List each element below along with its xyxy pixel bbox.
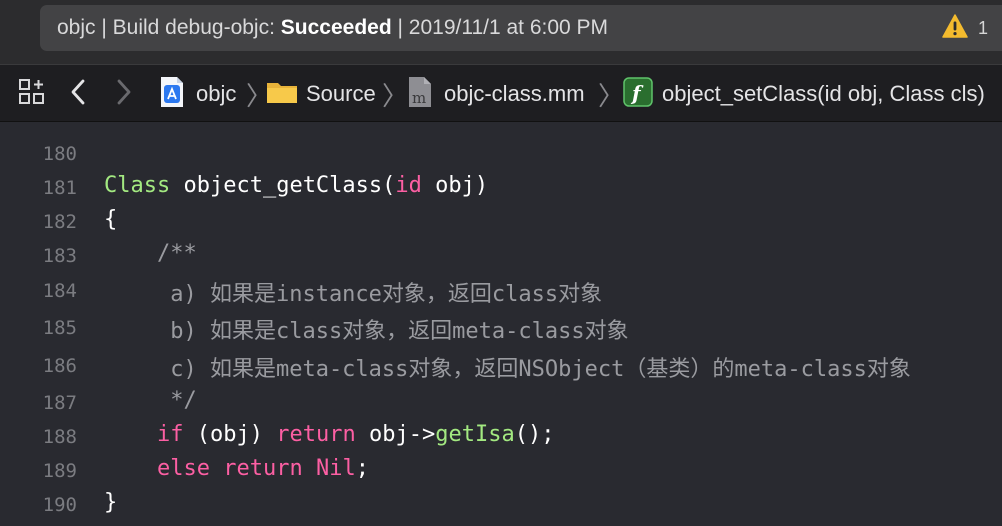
- code-text: {: [104, 207, 118, 232]
- line-number: 188: [42, 426, 77, 448]
- line-number: 187: [42, 392, 77, 414]
- activity-view[interactable]: objc | Build debug-objc: Succeeded | 201…: [40, 5, 1002, 51]
- keyword-token: id: [395, 173, 422, 198]
- code-line[interactable]: 185 b) 如果是class对象，返回meta-class对象: [0, 310, 1002, 344]
- app-project-icon: [158, 76, 186, 113]
- code-line[interactable]: 184 a) 如果是instance对象，返回class对象: [0, 273, 1002, 307]
- build-status-text: objc | Build debug-objc: Succeeded | 201…: [57, 5, 608, 51]
- line-number: 180: [42, 143, 77, 165]
- breadcrumb-symbol[interactable]: f object_setClass(id obj, Class cls): [623, 65, 985, 121]
- function-icon: f: [623, 76, 653, 112]
- line-number: 181: [42, 177, 77, 199]
- code-line[interactable]: 182 {: [0, 204, 1002, 238]
- breadcrumb-label: objc-class.mm: [444, 81, 585, 106]
- line-number: 184: [42, 280, 77, 302]
- folder-icon: [266, 79, 298, 110]
- jump-bar: objc 〉 Source 〉 m objc-class.mm 〉 f obje…: [0, 64, 1002, 122]
- code-line[interactable]: 189 else return Nil;: [0, 453, 1002, 487]
- comment-text: a) 如果是instance对象，返回class对象: [104, 282, 603, 307]
- breadcrumb-project[interactable]: objc: [158, 65, 237, 121]
- comment-text: b) 如果是class对象，返回meta-class对象: [104, 319, 629, 344]
- separator-icon: 〉: [598, 80, 625, 111]
- build-status-prefix: objc | Build debug-objc:: [57, 16, 281, 39]
- forward-button[interactable]: [114, 65, 134, 121]
- identifier-token: Class: [104, 173, 171, 198]
- code-line[interactable]: 180: [0, 136, 1002, 170]
- code-line[interactable]: 186 c) 如果是meta-class对象，返回NSObject（基类）的me…: [0, 348, 1002, 382]
- comment-text: c) 如果是meta-class对象，返回NSObject（基类）的meta-c…: [104, 357, 911, 382]
- code-text: else return Nil;: [156, 456, 369, 481]
- keyword-token: Nil: [315, 456, 356, 481]
- breadcrumb-separator: 〉: [598, 65, 625, 121]
- code-line[interactable]: 181 Class object_getClass(id obj): [0, 170, 1002, 204]
- line-number: 190: [42, 494, 77, 516]
- code-line[interactable]: 183 /**: [0, 238, 1002, 272]
- warning-icon: [942, 13, 968, 43]
- code-line[interactable]: 187 */: [0, 385, 1002, 419]
- code-text: if (obj) return obj->getIsa();: [156, 422, 555, 447]
- svg-text:m: m: [412, 89, 426, 107]
- breadcrumb-folder[interactable]: Source: [266, 65, 376, 121]
- line-number: 189: [42, 460, 77, 482]
- line-number: 179: [0, 122, 77, 124]
- keyword-token: else: [156, 456, 210, 481]
- breadcrumb-separator: 〉: [382, 65, 409, 121]
- toolbar: objc | Build debug-objc: Succeeded | 201…: [0, 0, 1002, 64]
- source-editor[interactable]: 179 180 181 Class object_getClass(id obj…: [0, 122, 1002, 526]
- build-status-result: Succeeded: [280, 16, 392, 39]
- comment-text: /**: [104, 241, 197, 266]
- back-button[interactable]: [68, 65, 88, 121]
- build-status-time: | 2019/11/1 at 6:00 PM: [391, 16, 609, 39]
- line-number: 183: [42, 245, 77, 267]
- breadcrumb-label: objc: [196, 81, 237, 106]
- code-line[interactable]: 188 if (obj) return obj->getIsa();: [0, 419, 1002, 453]
- breadcrumb-label: Source: [306, 81, 376, 106]
- chevron-left-icon: [68, 78, 88, 111]
- comment-text: */: [104, 388, 197, 413]
- related-items-button[interactable]: [18, 65, 46, 121]
- warning-indicator[interactable]: 1: [942, 5, 988, 51]
- line-number: 182: [42, 211, 77, 233]
- warning-count: 1: [977, 17, 988, 38]
- code-line[interactable]: 190 }: [0, 487, 1002, 521]
- mm-file-icon: m: [408, 76, 432, 113]
- keyword-token: return: [223, 456, 303, 481]
- keyword-token: return: [276, 422, 356, 447]
- line-number: 186: [42, 355, 77, 377]
- code-text: Class object_getClass(id obj): [104, 173, 489, 198]
- keyword-token: if: [156, 422, 184, 447]
- breadcrumb-file[interactable]: m objc-class.mm: [408, 65, 585, 121]
- related-items-grid-icon: [18, 78, 46, 111]
- separator-icon: 〉: [382, 80, 409, 111]
- breadcrumb-label: object_setClass(id obj, Class cls): [662, 81, 985, 106]
- chevron-right-icon: [114, 78, 134, 111]
- code-text: }: [104, 490, 118, 515]
- identifier-token: getIsa: [435, 422, 515, 447]
- line-number: 185: [42, 317, 77, 339]
